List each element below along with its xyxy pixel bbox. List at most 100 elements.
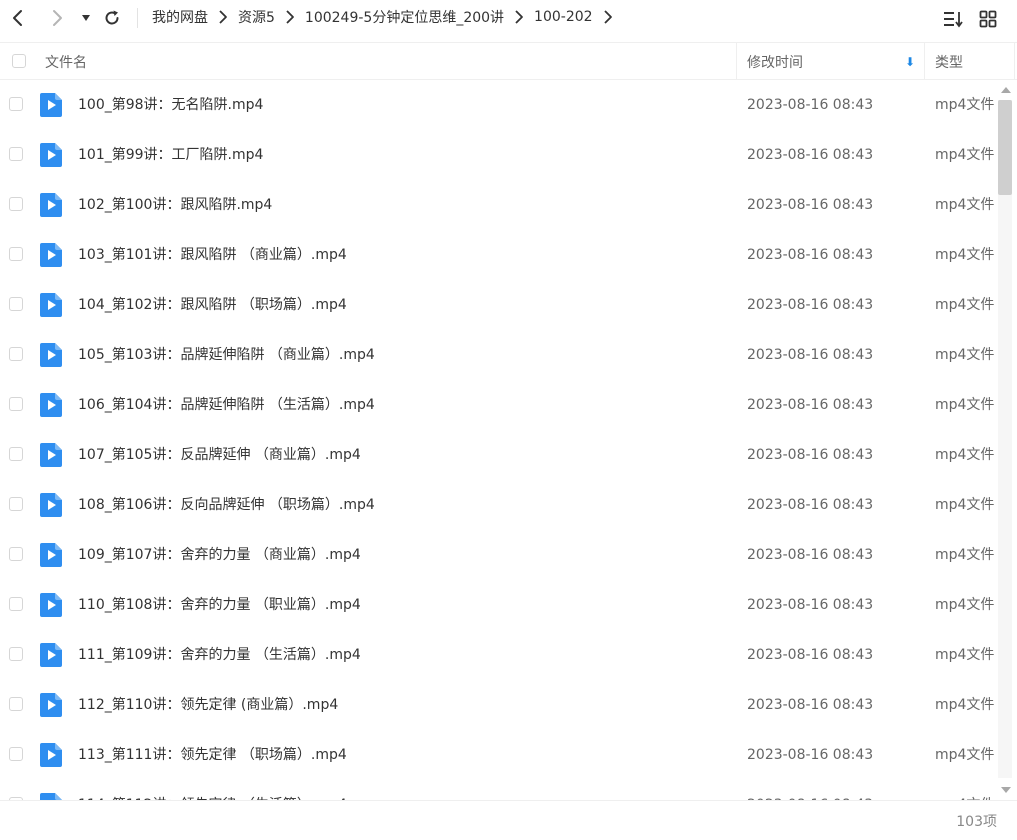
item-count: 103项 bbox=[956, 814, 997, 830]
file-type: mp4文件 bbox=[935, 597, 995, 613]
file-row[interactable]: 111_第109讲：舍弃的力量 （生活篇）.mp4 2023-08-16 08:4… bbox=[0, 630, 996, 680]
video-file-icon bbox=[40, 193, 62, 217]
file-name[interactable]: 105_第103讲：品牌延伸陷阱 （商业篇）.mp4 bbox=[78, 330, 375, 380]
file-list: 100_第98讲：无名陷阱.mp4 2023-08-16 08:43 mp4文件 10… bbox=[0, 80, 996, 800]
file-type: mp4文件 bbox=[935, 347, 995, 363]
file-row[interactable]: 105_第103讲：品牌延伸陷阱 （商业篇）.mp4 2023-08-16 08:… bbox=[0, 330, 996, 380]
video-file-icon bbox=[40, 493, 62, 517]
file-row[interactable]: 112_第110讲：领先定律 (商业篇）.mp4 2023-08-16 08:43… bbox=[0, 680, 996, 730]
column-divider[interactable] bbox=[736, 43, 737, 80]
row-checkbox[interactable] bbox=[9, 297, 23, 311]
file-name[interactable]: 112_第110讲：领先定律 (商业篇）.mp4 bbox=[78, 680, 338, 730]
file-name[interactable]: 100_第98讲：无名陷阱.mp4 bbox=[78, 80, 263, 130]
row-checkbox[interactable] bbox=[9, 597, 23, 611]
file-type: mp4文件 bbox=[935, 747, 995, 763]
grid-view-icon bbox=[979, 10, 997, 28]
file-modified-date: 2023-08-16 08:43 bbox=[747, 147, 874, 163]
file-modified-date: 2023-08-16 08:43 bbox=[747, 547, 874, 563]
file-row[interactable]: 108_第106讲：反向品牌延伸 （职场篇）.mp4 2023-08-16 08:… bbox=[0, 480, 996, 530]
column-name-header[interactable]: 文件名 bbox=[45, 43, 87, 80]
row-checkbox[interactable] bbox=[9, 697, 23, 711]
scroll-up-button[interactable] bbox=[998, 82, 1014, 98]
sort-button[interactable] bbox=[939, 5, 967, 33]
file-modified-date: 2023-08-16 08:43 bbox=[747, 247, 874, 263]
breadcrumb-item-course[interactable]: 100249-5分钟定位思维_200讲 bbox=[305, 7, 504, 27]
video-file-icon bbox=[40, 293, 62, 317]
video-file-icon bbox=[40, 743, 62, 767]
row-checkbox[interactable] bbox=[9, 247, 23, 261]
column-divider[interactable] bbox=[924, 43, 925, 80]
file-modified-date: 2023-08-16 08:43 bbox=[747, 447, 874, 463]
refresh-button[interactable] bbox=[98, 4, 126, 32]
file-modified-date: 2023-08-16 08:43 bbox=[747, 597, 874, 613]
breadcrumb-item-resources[interactable]: 资源5 bbox=[238, 7, 275, 27]
file-type: mp4文件 bbox=[935, 447, 995, 463]
row-checkbox[interactable] bbox=[9, 547, 23, 561]
select-all-checkbox[interactable] bbox=[12, 54, 26, 68]
file-browser-window: 我的网盘 资源5 100249-5分钟定位思维_200讲 100-202 文件名… bbox=[0, 0, 1017, 840]
file-name[interactable]: 107_第105讲：反品牌延伸 （商业篇）.mp4 bbox=[78, 430, 361, 480]
file-type: mp4文件 bbox=[935, 297, 995, 313]
file-name[interactable]: 103_第101讲：跟风陷阱 （商业篇）.mp4 bbox=[78, 230, 347, 280]
file-row[interactable]: 104_第102讲：跟风陷阱 （职场篇）.mp4 2023-08-16 08:43… bbox=[0, 280, 996, 330]
file-name[interactable]: 110_第108讲：舍弃的力量 （职业篇）.mp4 bbox=[78, 580, 361, 630]
file-modified-date: 2023-08-16 08:43 bbox=[747, 197, 874, 213]
chevron-right-icon bbox=[504, 7, 534, 27]
file-name[interactable]: 111_第109讲：舍弃的力量 （生活篇）.mp4 bbox=[78, 630, 361, 680]
view-mode-button[interactable] bbox=[974, 5, 1002, 33]
chevron-right-icon bbox=[275, 7, 305, 27]
file-row[interactable]: 102_第100讲：跟风陷阱.mp4 2023-08-16 08:43 mp4文件 bbox=[0, 180, 996, 230]
column-modified-header[interactable]: 修改时间 bbox=[747, 43, 803, 80]
file-name[interactable]: 108_第106讲：反向品牌延伸 （职场篇）.mp4 bbox=[78, 480, 375, 530]
file-name[interactable]: 104_第102讲：跟风陷阱 （职场篇）.mp4 bbox=[78, 280, 347, 330]
file-row[interactable]: 109_第107讲：舍弃的力量 （商业篇）.mp4 2023-08-16 08:4… bbox=[0, 530, 996, 580]
file-row[interactable]: 107_第105讲：反品牌延伸 （商业篇）.mp4 2023-08-16 08:4… bbox=[0, 430, 996, 480]
breadcrumb-item-root[interactable]: 我的网盘 bbox=[152, 7, 208, 27]
row-checkbox[interactable] bbox=[9, 747, 23, 761]
video-file-icon bbox=[40, 243, 62, 267]
vertical-scrollbar[interactable] bbox=[996, 80, 1017, 800]
file-type: mp4文件 bbox=[935, 647, 995, 663]
breadcrumb-item-current[interactable]: 100-202 bbox=[534, 9, 593, 25]
file-row[interactable]: 101_第99讲：工厂陷阱.mp4 2023-08-16 08:43 mp4文件 bbox=[0, 130, 996, 180]
file-row[interactable]: 114_第112讲：领先定律 （生活篇）.mp4 2023-08-16 08:43… bbox=[0, 780, 996, 800]
file-name[interactable]: 113_第111讲：领先定律 （职场篇）.mp4 bbox=[78, 730, 347, 780]
row-checkbox[interactable] bbox=[9, 347, 23, 361]
sort-desc-icon[interactable]: ⬇ bbox=[905, 43, 915, 80]
row-checkbox[interactable] bbox=[9, 647, 23, 661]
video-file-icon bbox=[40, 93, 62, 117]
row-checkbox[interactable] bbox=[9, 397, 23, 411]
row-checkbox[interactable] bbox=[9, 197, 23, 211]
row-checkbox[interactable] bbox=[9, 447, 23, 461]
scroll-track[interactable] bbox=[998, 100, 1012, 778]
column-divider[interactable] bbox=[1014, 43, 1015, 80]
back-button[interactable] bbox=[4, 4, 32, 32]
video-file-icon bbox=[40, 343, 62, 367]
file-row[interactable]: 110_第108讲：舍弃的力量 （职业篇）.mp4 2023-08-16 08:4… bbox=[0, 580, 996, 630]
file-row[interactable]: 106_第104讲：品牌延伸陷阱 （生活篇）.mp4 2023-08-16 08:… bbox=[0, 380, 996, 430]
file-modified-date: 2023-08-16 08:43 bbox=[747, 497, 874, 513]
file-name[interactable]: 114_第112讲：领先定律 （生活篇）.mp4 bbox=[78, 780, 347, 800]
refresh-icon bbox=[105, 10, 119, 25]
scroll-thumb[interactable] bbox=[998, 100, 1012, 195]
file-type: mp4文件 bbox=[935, 97, 995, 113]
scroll-down-button[interactable] bbox=[998, 782, 1014, 798]
file-name[interactable]: 109_第107讲：舍弃的力量 （商业篇）.mp4 bbox=[78, 530, 361, 580]
video-file-icon bbox=[40, 143, 62, 167]
caret-down-icon bbox=[82, 15, 90, 21]
forward-button[interactable] bbox=[43, 4, 71, 32]
file-type: mp4文件 bbox=[935, 547, 995, 563]
row-checkbox[interactable] bbox=[9, 147, 23, 161]
history-dropdown-button[interactable] bbox=[72, 4, 100, 32]
file-name[interactable]: 102_第100讲：跟风陷阱.mp4 bbox=[78, 180, 272, 230]
file-row[interactable]: 113_第111讲：领先定律 （职场篇）.mp4 2023-08-16 08:43… bbox=[0, 730, 996, 780]
file-name[interactable]: 106_第104讲：品牌延伸陷阱 （生活篇）.mp4 bbox=[78, 380, 375, 430]
file-row[interactable]: 103_第101讲：跟风陷阱 （商业篇）.mp4 2023-08-16 08:43… bbox=[0, 230, 996, 280]
row-checkbox[interactable] bbox=[9, 97, 23, 111]
chevron-right-icon[interactable] bbox=[593, 7, 623, 27]
file-row[interactable]: 100_第98讲：无名陷阱.mp4 2023-08-16 08:43 mp4文件 bbox=[0, 80, 996, 130]
file-name[interactable]: 101_第99讲：工厂陷阱.mp4 bbox=[78, 130, 263, 180]
row-checkbox[interactable] bbox=[9, 497, 23, 511]
column-type-header[interactable]: 类型 bbox=[935, 43, 963, 80]
file-modified-date: 2023-08-16 08:43 bbox=[747, 647, 874, 663]
